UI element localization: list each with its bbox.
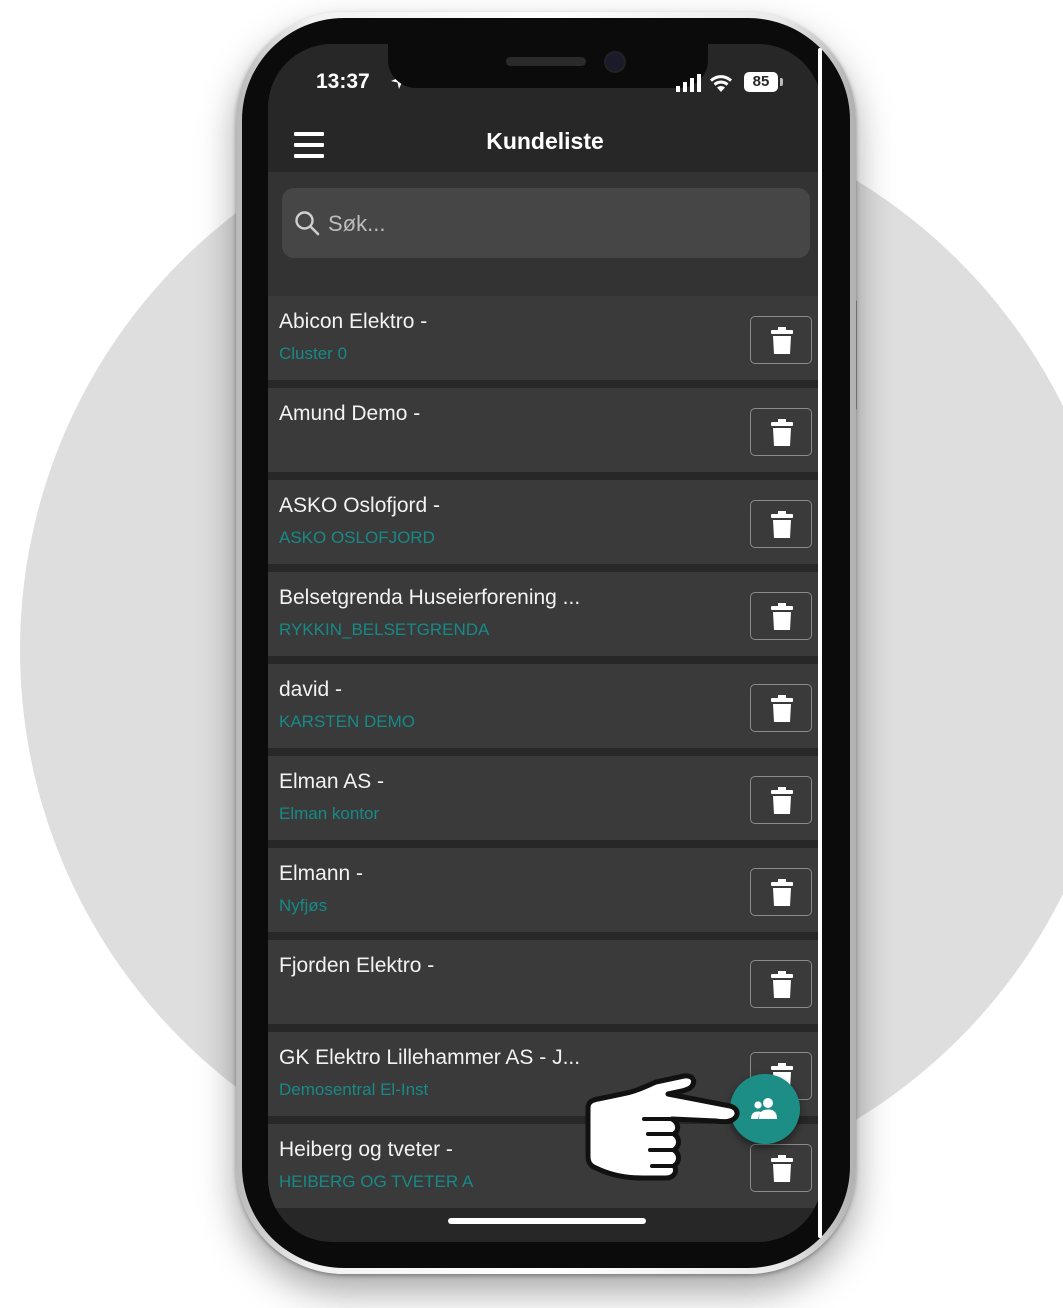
stage: 13:37 85 Kundeliste Søk... Abicon Elektr… bbox=[0, 0, 1063, 1308]
customer-name: Elman AS - bbox=[279, 770, 385, 793]
search-icon bbox=[295, 211, 320, 236]
trash-icon bbox=[771, 787, 793, 814]
trash-icon bbox=[771, 1155, 793, 1182]
wifi-icon bbox=[710, 75, 732, 92]
customer-name: ASKO Oslofjord - bbox=[279, 494, 441, 517]
delete-customer-button[interactable] bbox=[750, 316, 812, 364]
status-time: 13:37 bbox=[316, 70, 370, 93]
home-indicator[interactable] bbox=[448, 1218, 646, 1224]
search-area bbox=[268, 172, 822, 296]
phone-screen: 13:37 85 Kundeliste Søk... Abicon Elektr… bbox=[268, 44, 822, 1242]
trash-icon bbox=[771, 879, 793, 906]
customer-row[interactable]: Fjorden Elektro - bbox=[268, 940, 822, 1024]
customer-name: Amund Demo - bbox=[279, 402, 421, 425]
status-bar: 13:37 85 bbox=[268, 44, 822, 124]
customer-row[interactable]: Amund Demo - bbox=[268, 388, 822, 472]
front-camera bbox=[604, 51, 626, 73]
trash-icon bbox=[771, 511, 793, 538]
delete-customer-button[interactable] bbox=[750, 500, 812, 548]
customer-name: Abicon Elektro - bbox=[279, 310, 428, 333]
cellular-signal-icon bbox=[676, 74, 701, 92]
customer-name: david - bbox=[279, 678, 343, 701]
pointing-hand-icon bbox=[585, 1073, 740, 1181]
battery-indicator: 85 bbox=[744, 72, 778, 92]
people-add-icon bbox=[751, 1098, 777, 1119]
customer-subtitle: KARSTEN DEMO bbox=[279, 712, 416, 731]
customer-subtitle: Nyfjøs bbox=[279, 896, 328, 915]
customer-row[interactable]: Abicon Elektro - Cluster 0 bbox=[268, 296, 822, 380]
delete-customer-button[interactable] bbox=[750, 1144, 812, 1192]
trash-icon bbox=[771, 971, 793, 998]
delete-customer-button[interactable] bbox=[750, 776, 812, 824]
search-input[interactable] bbox=[326, 202, 790, 246]
customer-row[interactable]: Elman AS - Elman kontor bbox=[268, 756, 822, 840]
page-title: Kundeliste bbox=[486, 128, 604, 154]
customer-name: Fjorden Elektro - bbox=[279, 954, 435, 977]
delete-customer-button[interactable] bbox=[750, 684, 812, 732]
screen-edge-highlight bbox=[818, 48, 822, 1238]
delete-customer-button[interactable] bbox=[750, 868, 812, 916]
search-box[interactable] bbox=[282, 188, 810, 258]
customer-subtitle: ASKO OSLOFJORD bbox=[279, 528, 435, 547]
battery-nub bbox=[780, 78, 783, 86]
trash-icon bbox=[771, 327, 793, 354]
customer-row[interactable]: Elmann - Nyfjøs bbox=[268, 848, 822, 932]
customer-name: GK Elektro Lillehammer AS - J... bbox=[279, 1046, 581, 1069]
notch bbox=[388, 44, 708, 88]
app-header: Kundeliste bbox=[268, 124, 822, 172]
customer-name: Belsetgrenda Huseierforening ... bbox=[279, 586, 581, 609]
customer-subtitle: Elman kontor bbox=[279, 804, 380, 823]
customer-name: Elmann - bbox=[279, 862, 364, 885]
delete-customer-button[interactable] bbox=[750, 408, 812, 456]
delete-customer-button[interactable] bbox=[750, 592, 812, 640]
customer-row[interactable]: david - KARSTEN DEMO bbox=[268, 664, 822, 748]
customer-row[interactable]: Belsetgrenda Huseierforening ... RYKKIN_B… bbox=[268, 572, 822, 656]
customer-subtitle: RYKKIN_BELSETGRENDA bbox=[279, 620, 490, 639]
trash-icon bbox=[771, 603, 793, 630]
customer-row[interactable]: ASKO Oslofjord - ASKO OSLOFJORD bbox=[268, 480, 822, 564]
delete-customer-button[interactable] bbox=[750, 960, 812, 1008]
trash-icon bbox=[771, 695, 793, 722]
customer-subtitle: Cluster 0 bbox=[279, 344, 348, 363]
speaker bbox=[506, 57, 586, 66]
trash-icon bbox=[771, 419, 793, 446]
